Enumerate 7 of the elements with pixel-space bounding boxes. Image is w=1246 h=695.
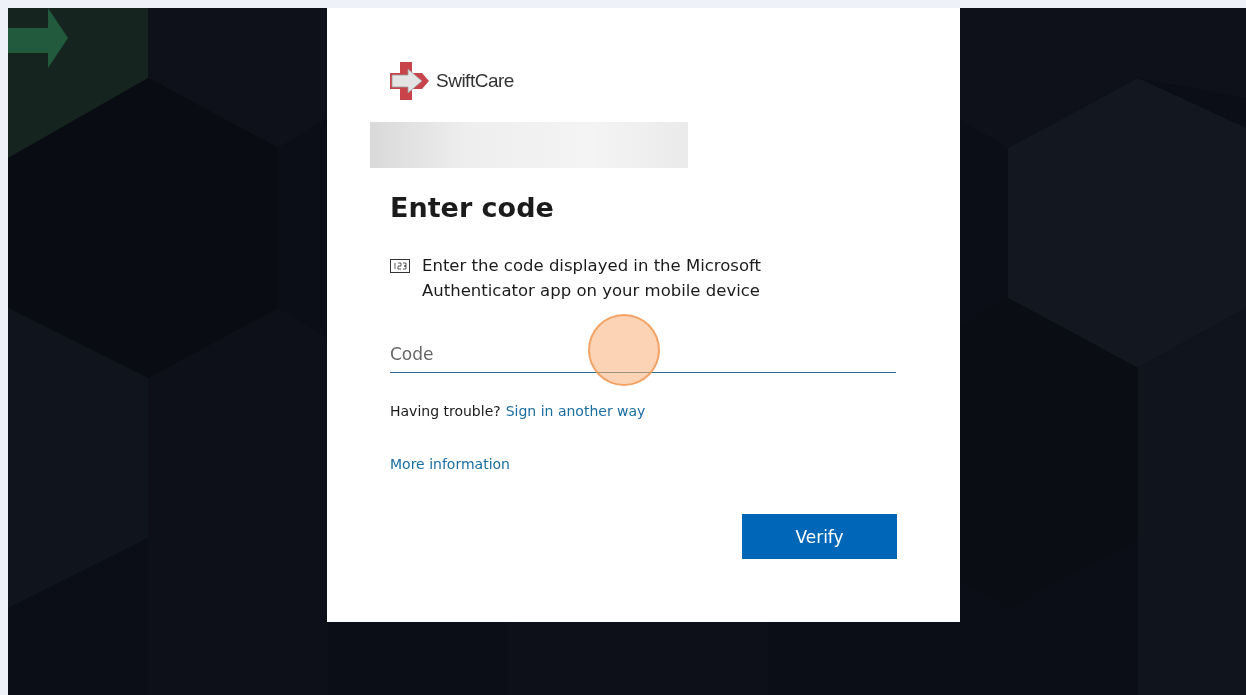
more-information-link[interactable]: More information bbox=[390, 456, 510, 472]
brand-name: SwiftCare bbox=[436, 70, 514, 92]
instruction-text: Enter the code displayed in the Microsoft Authenticator app on your mobile device bbox=[422, 255, 763, 302]
trouble-prompt: Having trouble? bbox=[390, 403, 501, 419]
page-title: Enter code bbox=[390, 192, 555, 223]
verify-button[interactable]: Verify bbox=[742, 514, 897, 559]
sign-in-another-way-link[interactable]: Sign in another way bbox=[505, 403, 646, 419]
